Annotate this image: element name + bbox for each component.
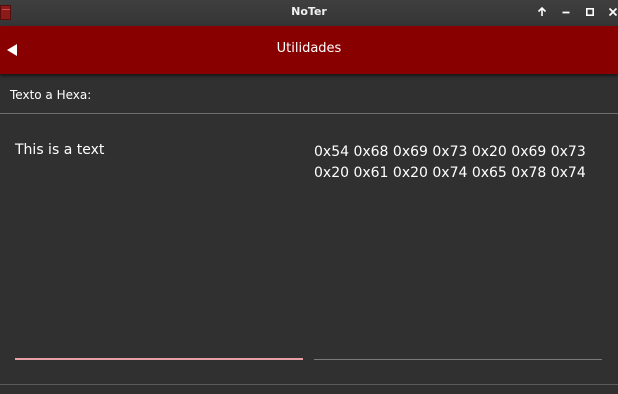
text-input-field[interactable]: This is a text xyxy=(15,140,303,360)
close-button[interactable] xyxy=(605,4,618,20)
keep-above-button[interactable] xyxy=(534,4,550,20)
hex-output-underline xyxy=(314,359,602,360)
app-toolbar: Utilidades xyxy=(0,26,618,74)
bottom-divider xyxy=(0,384,618,385)
minimize-icon xyxy=(562,11,570,14)
maximize-icon xyxy=(585,7,595,17)
text-input-underline xyxy=(15,358,303,360)
section-divider xyxy=(0,113,618,114)
hex-output-field[interactable]: 0x54 0x68 0x69 0x73 0x20 0x69 0x73 0x20 … xyxy=(314,140,602,360)
text-input-value[interactable]: This is a text xyxy=(15,142,104,158)
window-title: NoTer xyxy=(291,5,327,18)
keep-above-icon xyxy=(537,7,547,16)
maximize-button[interactable] xyxy=(582,4,598,20)
close-icon xyxy=(608,7,618,17)
window-titlebar: NoTer xyxy=(0,0,618,26)
hex-output-value[interactable]: 0x54 0x68 0x69 0x73 0x20 0x69 0x73 0x20 … xyxy=(314,142,594,184)
toolbar-title: Utilidades xyxy=(276,41,342,56)
minimize-button[interactable] xyxy=(558,4,574,20)
section-label: Texto a Hexa: xyxy=(10,88,92,102)
